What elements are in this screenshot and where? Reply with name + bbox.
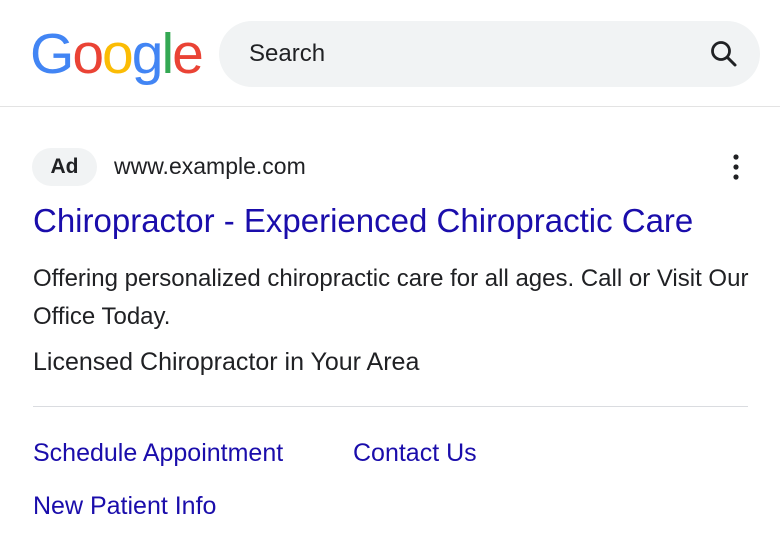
- google-logo[interactable]: Google: [30, 18, 204, 90]
- search-icon[interactable]: [708, 38, 740, 70]
- logo-letter: e: [172, 22, 204, 86]
- search-input[interactable]: [249, 21, 669, 87]
- logo-letter: o: [102, 22, 134, 86]
- sitelink-contact-us[interactable]: Contact Us: [353, 436, 477, 470]
- more-vert-icon[interactable]: [727, 152, 745, 184]
- search-results-page: Google Ad www.example.com Chiropractor -…: [0, 0, 780, 542]
- divider: [33, 406, 748, 407]
- ad-tagline: Licensed Chiropractor in Your Area: [33, 348, 420, 376]
- ad-title-link[interactable]: Chiropractor - Experienced Chiropractic …: [33, 199, 693, 243]
- sitelink-new-patient-info[interactable]: New Patient Info: [33, 489, 216, 523]
- search-bar[interactable]: [219, 21, 760, 87]
- sitelink-schedule-appointment[interactable]: Schedule Appointment: [33, 436, 283, 470]
- logo-letter: g: [131, 22, 164, 86]
- ad-description: Offering personalized chiropractic care …: [33, 265, 749, 330]
- ad-badge: Ad: [32, 148, 97, 186]
- ad-display-url[interactable]: www.example.com: [114, 151, 306, 181]
- header: Google: [0, 0, 780, 107]
- logo-letter: l: [161, 22, 174, 86]
- logo-letter: G: [30, 22, 74, 86]
- logo-letter: o: [72, 22, 104, 86]
